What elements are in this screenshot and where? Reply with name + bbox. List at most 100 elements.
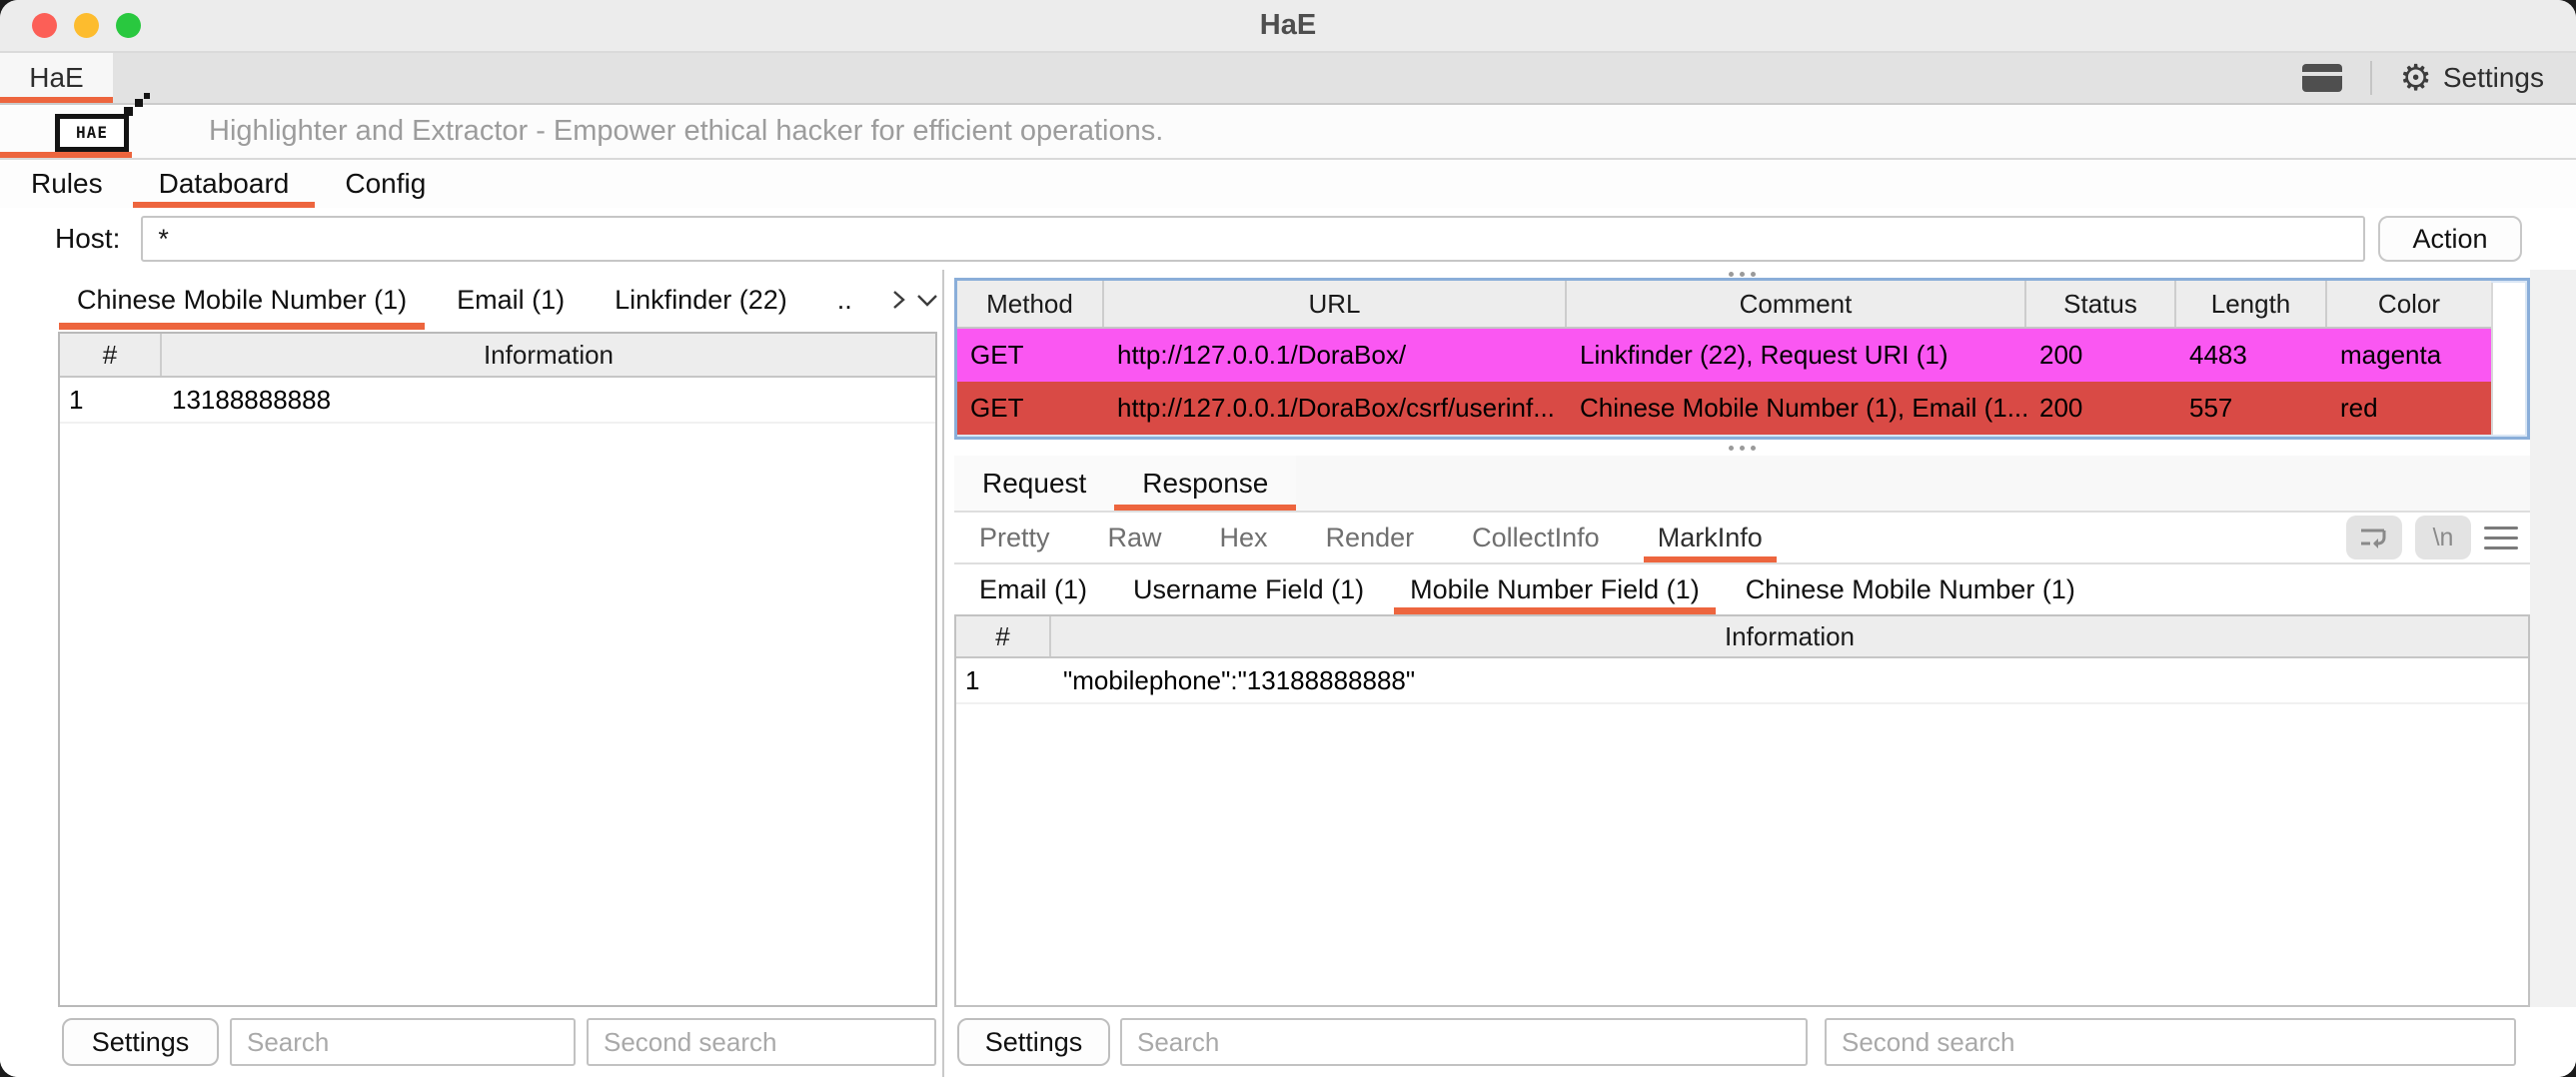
extract-result-table: # Information 1 13188888888 xyxy=(58,332,937,1007)
cell-color: magenta xyxy=(2327,340,2491,371)
tab-email[interactable]: Email (1) xyxy=(439,270,583,330)
left-second-search-input[interactable] xyxy=(587,1018,936,1066)
splitter-handle-top[interactable] xyxy=(954,270,2530,278)
settings-label: Settings xyxy=(2443,62,2544,94)
extension-header: HAE Highlighter and Extractor - Empower … xyxy=(0,105,2576,160)
column-header-information[interactable]: Information xyxy=(162,334,935,376)
request-row-red[interactable]: GET http://127.0.0.1/DoraBox/csrf/userin… xyxy=(957,382,2491,435)
right-search-input[interactable] xyxy=(1120,1018,1808,1066)
tab-scroll-right-icon[interactable] xyxy=(884,270,913,330)
word-wrap-icon[interactable] xyxy=(2346,516,2402,559)
window-title: HaE xyxy=(0,9,2576,42)
toolbar-divider xyxy=(2370,61,2372,95)
tab-chinese-mobile-number[interactable]: Chinese Mobile Number (1) xyxy=(59,270,425,330)
right-settings-button[interactable]: Settings xyxy=(957,1018,1110,1066)
tab-list-dropdown-icon[interactable] xyxy=(913,270,942,330)
burp-tab-hae[interactable]: HaE xyxy=(0,53,113,103)
host-input[interactable] xyxy=(141,216,2365,262)
cell-color: red xyxy=(2327,393,2491,424)
cell-length: 557 xyxy=(2176,393,2327,424)
close-window-icon[interactable] xyxy=(32,13,57,38)
cell-method: GET xyxy=(957,340,1104,371)
tab-linkfinder[interactable]: Linkfinder (22) xyxy=(597,270,805,330)
hae-logo-icon: HAE xyxy=(55,109,147,155)
column-header-length[interactable]: Length xyxy=(2176,281,2327,327)
logo-text: HAE xyxy=(55,114,129,152)
cell-num: 1 xyxy=(956,665,1051,696)
splitter-handle-bottom[interactable] xyxy=(954,440,2530,456)
cell-information: 13188888888 xyxy=(162,385,935,416)
cell-status: 200 xyxy=(2026,393,2176,424)
tab-markinfo[interactable]: MarkInfo xyxy=(1640,513,1781,562)
cell-comment: Linkfinder (22), Request URI (1) xyxy=(1567,340,2026,371)
host-label: Host: xyxy=(55,223,120,255)
board-icon[interactable] xyxy=(2302,64,2342,92)
cell-status: 200 xyxy=(2026,340,2176,371)
tab-mark-email[interactable]: Email (1) xyxy=(961,564,1105,614)
request-row-magenta[interactable]: GET http://127.0.0.1/DoraBox/ Linkfinder… xyxy=(957,329,2491,382)
minimize-window-icon[interactable] xyxy=(74,13,99,38)
traffic-lights xyxy=(32,0,141,51)
cell-url: http://127.0.0.1/DoraBox/csrf/userinf... xyxy=(1104,393,1567,424)
tab-mark-mobile-number-field[interactable]: Mobile Number Field (1) xyxy=(1392,564,1718,614)
action-button[interactable]: Action xyxy=(2378,216,2522,262)
table-header-row: Method URL Comment Status Length Color xyxy=(957,281,2491,329)
settings-button[interactable]: ⚙ Settings xyxy=(2400,60,2544,96)
column-header-num[interactable]: # xyxy=(60,334,162,376)
tab-overflow-ellipsis[interactable]: .. xyxy=(819,270,870,330)
logo-pen-pixel xyxy=(135,99,143,107)
tab-request[interactable]: Request xyxy=(954,456,1114,511)
column-header-information[interactable]: Information xyxy=(1051,616,2528,656)
editor-menu-icon[interactable] xyxy=(2484,527,2518,549)
main-tab-bar: Rules Databoard Config xyxy=(0,160,2576,208)
extract-type-tab-bar: Chinese Mobile Number (1) Email (1) Link… xyxy=(0,270,942,330)
column-header-color[interactable]: Color xyxy=(2327,281,2491,327)
zoom-window-icon[interactable] xyxy=(116,13,141,38)
column-header-status[interactable]: Status xyxy=(2026,281,2176,327)
markinfo-tab-bar: Email (1) Username Field (1) Mobile Numb… xyxy=(954,564,2576,614)
table-header-row: # Information xyxy=(60,334,935,378)
cell-comment: Chinese Mobile Number (1), Email (1... xyxy=(1567,393,2026,424)
request-list-table: Method URL Comment Status Length Color G… xyxy=(954,278,2530,440)
tab-raw[interactable]: Raw xyxy=(1090,513,1180,562)
extension-subtitle: Highlighter and Extractor - Empower ethi… xyxy=(209,115,1163,148)
column-header-comment[interactable]: Comment xyxy=(1567,281,2026,327)
burp-tab-strip: HaE ⚙ Settings xyxy=(0,53,2576,105)
right-footer-bar: Settings xyxy=(954,1007,2576,1077)
markinfo-result-table: # Information 1 "mobilephone":"131888888… xyxy=(954,614,2530,1007)
tab-pretty[interactable]: Pretty xyxy=(961,513,1068,562)
tab-collectinfo[interactable]: CollectInfo xyxy=(1454,513,1618,562)
tab-response[interactable]: Response xyxy=(1114,456,1296,511)
table-row[interactable]: 1 "mobilephone":"13188888888" xyxy=(956,658,2528,704)
tab-rules[interactable]: Rules xyxy=(3,160,131,208)
tab-config[interactable]: Config xyxy=(317,160,454,208)
table-header-row: # Information xyxy=(956,616,2528,658)
table-row[interactable]: 1 13188888888 xyxy=(60,378,935,424)
cell-length: 4483 xyxy=(2176,340,2327,371)
logo-underline xyxy=(0,152,132,158)
newline-icon[interactable]: \n xyxy=(2415,516,2471,559)
cell-information: "mobilephone":"13188888888" xyxy=(1051,665,2528,696)
logo-pen-pixel xyxy=(144,93,150,99)
left-settings-button[interactable]: Settings xyxy=(62,1018,219,1066)
right-second-search-input[interactable] xyxy=(1825,1018,2516,1066)
column-header-url[interactable]: URL xyxy=(1104,281,1567,327)
cell-method: GET xyxy=(957,393,1104,424)
cell-url: http://127.0.0.1/DoraBox/ xyxy=(1104,340,1567,371)
request-response-tab-bar: Request Response xyxy=(954,456,2576,513)
tab-databoard[interactable]: Databoard xyxy=(131,160,318,208)
hae-window: HaE HaE ⚙ Settings HAE Highlighter and E… xyxy=(0,0,2576,1077)
column-header-num[interactable]: # xyxy=(956,616,1051,656)
left-search-input[interactable] xyxy=(230,1018,576,1066)
cell-num: 1 xyxy=(60,385,162,416)
gear-icon: ⚙ xyxy=(2400,60,2432,96)
column-header-method[interactable]: Method xyxy=(957,281,1104,327)
tab-mark-username-field[interactable]: Username Field (1) xyxy=(1115,564,1382,614)
vertical-scrollbar[interactable] xyxy=(2491,283,2525,435)
databoard-right-panel: Method URL Comment Status Length Color G… xyxy=(944,270,2576,1077)
tab-hex[interactable]: Hex xyxy=(1202,513,1286,562)
tab-render[interactable]: Render xyxy=(1308,513,1433,562)
left-footer-bar: Settings xyxy=(0,1007,942,1077)
databoard-left-panel: Chinese Mobile Number (1) Email (1) Link… xyxy=(0,270,944,1077)
tab-mark-chinese-mobile-number[interactable]: Chinese Mobile Number (1) xyxy=(1728,564,2093,614)
